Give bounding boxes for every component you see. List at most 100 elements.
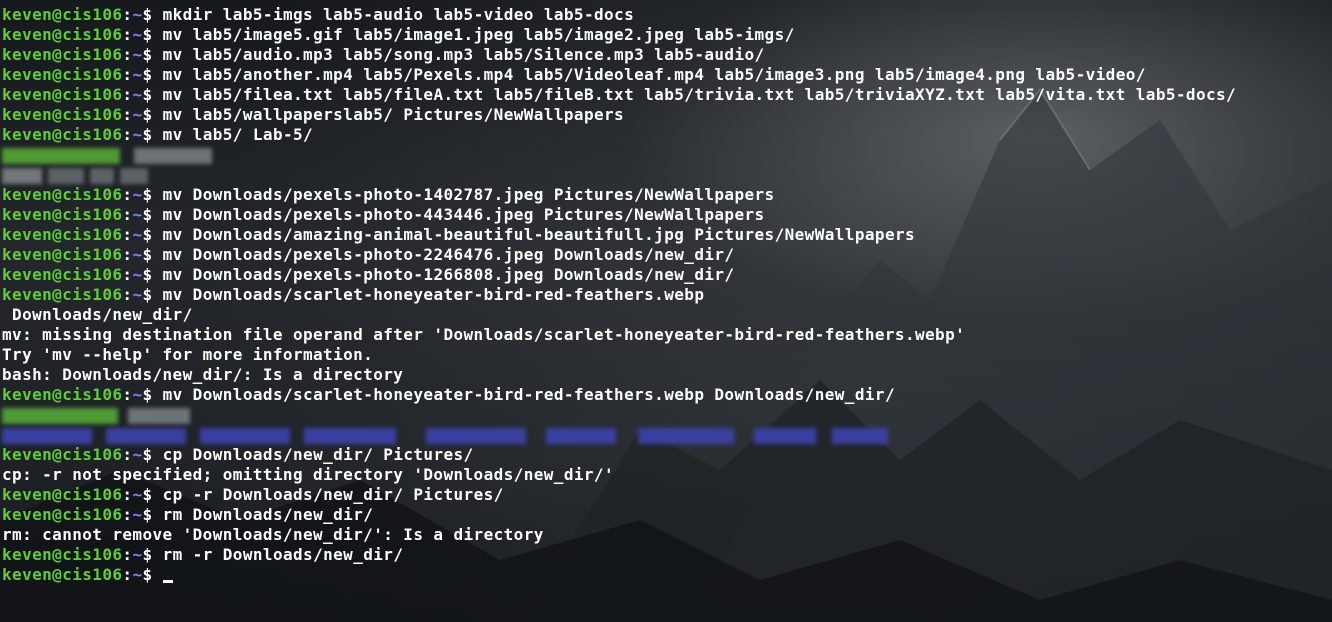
terminal-line: keven@cis106:~$ mv Downloads/pexels-phot… — [2, 245, 1236, 265]
prompt-separator: : — [122, 205, 133, 224]
prompt-separator: : — [122, 285, 133, 304]
command-text: mv Downloads/pexels-photo-1402787.jpeg P… — [162, 185, 775, 204]
prompt-path: ~ — [132, 205, 143, 224]
prompt-user-host: keven@cis106 — [2, 445, 123, 464]
terminal-line: keven@cis106:~$ rm -r Downloads/new_dir/ — [2, 545, 1236, 565]
prompt-symbol: $ — [142, 445, 163, 464]
redacted-block — [832, 427, 888, 444]
prompt-separator: : — [122, 485, 133, 504]
redacted-block — [48, 167, 84, 184]
prompt-path: ~ — [132, 225, 143, 244]
terminal-window[interactable]: keven@cis106:~$ mkdir lab5-imgs lab5-aud… — [0, 0, 1332, 622]
prompt-user-host: keven@cis106 — [2, 545, 123, 564]
command-text: rm -r Downloads/new_dir/ — [162, 545, 404, 564]
prompt-separator: : — [122, 265, 133, 284]
terminal-output: keven@cis106:~$ mkdir lab5-imgs lab5-aud… — [2, 5, 1236, 585]
terminal-line: mv: missing destination file operand aft… — [2, 325, 1236, 345]
prompt-separator: : — [122, 185, 133, 204]
prompt-path: ~ — [132, 505, 143, 524]
terminal-line: keven@cis106:~$ mv Downloads/pexels-phot… — [2, 205, 1236, 225]
prompt-path: ~ — [132, 445, 143, 464]
output-text: rm: cannot remove 'Downloads/new_dir/': … — [2, 525, 544, 544]
terminal-line — [2, 165, 1236, 185]
command-text: mv Downloads/pexels-photo-2246476.jpeg D… — [162, 245, 735, 264]
command-text: mv lab5/filea.txt lab5/fileA.txt lab5/fi… — [162, 85, 1237, 104]
output-text: Downloads/new_dir/ — [2, 305, 193, 324]
prompt-symbol: $ — [142, 65, 163, 84]
redacted-block — [426, 427, 526, 444]
terminal-line: rm: cannot remove 'Downloads/new_dir/': … — [2, 525, 1236, 545]
terminal-line: keven@cis106:~$ mv Downloads/amazing-ani… — [2, 225, 1236, 245]
command-text: mv lab5/another.mp4 lab5/Pexels.mp4 lab5… — [162, 65, 1146, 84]
prompt-user-host: keven@cis106 — [2, 225, 123, 244]
terminal-line: keven@cis106:~$ mv lab5/filea.txt lab5/f… — [2, 85, 1236, 105]
prompt-user-host: keven@cis106 — [2, 205, 123, 224]
prompt-separator: : — [122, 445, 133, 464]
terminal-line: Downloads/new_dir/ — [2, 305, 1236, 325]
prompt-path: ~ — [132, 45, 143, 64]
terminal-line: keven@cis106:~$ mv Downloads/pexels-phot… — [2, 265, 1236, 285]
terminal-line: Try 'mv --help' for more information. — [2, 345, 1236, 365]
command-text: mv Downloads/amazing-animal-beautiful-be… — [162, 225, 916, 244]
prompt-path: ~ — [132, 65, 143, 84]
prompt-path: ~ — [132, 485, 143, 504]
terminal-line: cp: -r not specified; omitting directory… — [2, 465, 1236, 485]
terminal-line: keven@cis106:~$ mkdir lab5-imgs lab5-aud… — [2, 5, 1236, 25]
terminal-line: keven@cis106:~$ cp Downloads/new_dir/ Pi… — [2, 445, 1236, 465]
terminal-line: keven@cis106:~$ mv lab5/image5.gif lab5/… — [2, 25, 1236, 45]
prompt-path: ~ — [132, 545, 143, 564]
prompt-user-host: keven@cis106 — [2, 385, 123, 404]
prompt-user-host: keven@cis106 — [2, 265, 123, 284]
prompt-user-host: keven@cis106 — [2, 285, 123, 304]
redacted-block — [200, 427, 290, 444]
prompt-user-host: keven@cis106 — [2, 245, 123, 264]
prompt-user-host: keven@cis106 — [2, 105, 123, 124]
prompt-separator: : — [122, 385, 133, 404]
prompt-path: ~ — [132, 285, 143, 304]
output-text: Try 'mv --help' for more information. — [2, 345, 374, 364]
terminal-line — [2, 145, 1236, 165]
redacted-block — [754, 427, 816, 444]
prompt-user-host: keven@cis106 — [2, 505, 123, 524]
command-text: cp -r Downloads/new_dir/ Pictures/ — [162, 485, 504, 504]
prompt-separator: : — [122, 545, 133, 564]
redacted-block — [128, 407, 190, 424]
prompt-symbol: $ — [142, 265, 163, 284]
prompt-path: ~ — [132, 185, 143, 204]
prompt-user-host: keven@cis106 — [2, 45, 123, 64]
terminal-line: keven@cis106:~$ rm Downloads/new_dir/ — [2, 505, 1236, 525]
prompt-symbol: $ — [142, 545, 163, 564]
prompt-symbol: $ — [142, 85, 163, 104]
prompt-path: ~ — [132, 265, 143, 284]
redacted-block — [2, 167, 42, 184]
command-text: mv lab5/image5.gif lab5/image1.jpeg lab5… — [162, 25, 795, 44]
command-text: mv lab5/wallpaperslab5/ Pictures/NewWall… — [162, 105, 625, 124]
prompt-path: ~ — [132, 385, 143, 404]
output-text: mv: missing destination file operand aft… — [2, 325, 966, 344]
terminal-line: keven@cis106:~$ mv lab5/another.mp4 lab5… — [2, 65, 1236, 85]
prompt-symbol: $ — [142, 565, 163, 584]
terminal-line: keven@cis106:~$ cp -r Downloads/new_dir/… — [2, 485, 1236, 505]
redacted-block — [2, 407, 118, 424]
redacted-block — [106, 427, 186, 444]
terminal-line: keven@cis106:~$ mv Downloads/scarlet-hon… — [2, 285, 1236, 305]
command-text: mv Downloads/pexels-photo-1266808.jpeg D… — [162, 265, 735, 284]
prompt-separator: : — [122, 45, 133, 64]
command-text: mv Downloads/pexels-photo-443446.jpeg Pi… — [162, 205, 765, 224]
prompt-symbol: $ — [142, 205, 163, 224]
output-text: bash: Downloads/new_dir/: Is a directory — [2, 365, 404, 384]
prompt-symbol: $ — [142, 225, 163, 244]
prompt-separator: : — [122, 565, 133, 584]
command-text: mkdir lab5-imgs lab5-audio lab5-video la… — [162, 5, 635, 24]
prompt-separator: : — [122, 245, 133, 264]
prompt-symbol: $ — [142, 285, 163, 304]
command-text: mv lab5/ Lab-5/ — [162, 125, 314, 144]
prompt-user-host: keven@cis106 — [2, 565, 123, 584]
prompt-path: ~ — [132, 245, 143, 264]
prompt-symbol: $ — [142, 505, 163, 524]
terminal-line: bash: Downloads/new_dir/: Is a directory — [2, 365, 1236, 385]
prompt-user-host: keven@cis106 — [2, 485, 123, 504]
prompt-symbol: $ — [142, 5, 163, 24]
prompt-symbol: $ — [142, 45, 163, 64]
terminal-line: keven@cis106:~$ — [2, 565, 1236, 585]
